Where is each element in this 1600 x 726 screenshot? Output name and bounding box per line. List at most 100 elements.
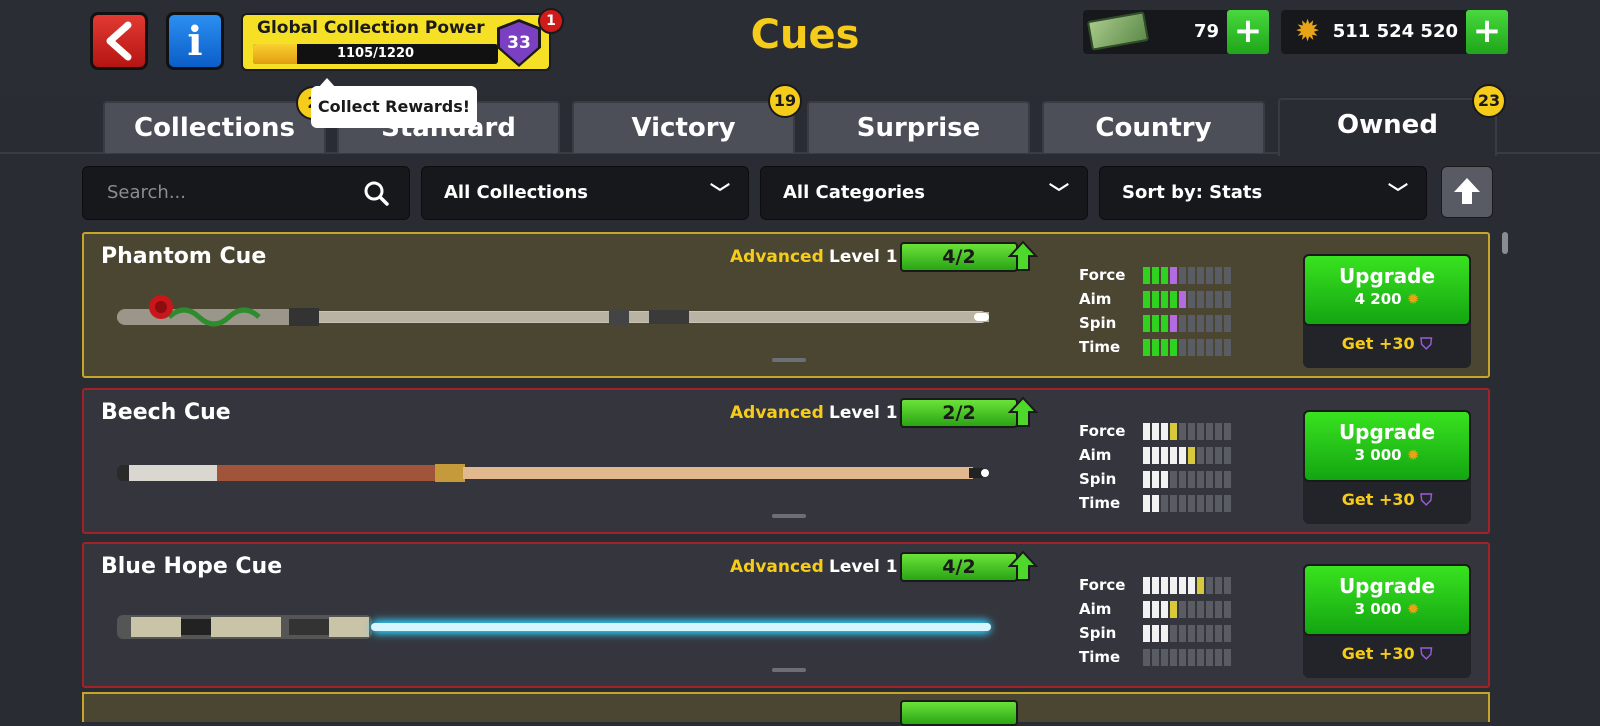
coin-icon: ✹: [1406, 290, 1420, 308]
collect-rewards-tooltip[interactable]: Collect Rewards!: [311, 86, 477, 128]
categories-dropdown[interactable]: All Categories ﹀: [760, 166, 1088, 220]
tab-victory[interactable]: Victory: [572, 101, 795, 153]
stat-segment: [1206, 422, 1213, 440]
arrow-up-icon: [1454, 178, 1480, 204]
chevron-left-icon: [106, 21, 132, 61]
stat-segment: [1170, 446, 1177, 464]
stat-label-aim: Aim: [1079, 290, 1112, 308]
scroll-top-button[interactable]: [1441, 166, 1493, 218]
stat-segment: [1224, 338, 1231, 356]
tab-label: Collections: [133, 113, 295, 143]
stat-label-spin: Spin: [1079, 470, 1117, 488]
collections-dropdown-value: All Collections: [444, 182, 588, 203]
stat-segment: [1170, 470, 1177, 488]
upgrade-button[interactable]: Upgrade 3 000 ✹: [1303, 410, 1471, 482]
stat-bar-time: [1143, 494, 1233, 512]
stat-bar-aim: [1143, 290, 1233, 308]
tab-country[interactable]: Country: [1042, 101, 1265, 153]
stat-segment: [1215, 446, 1222, 464]
cash-icon: [1086, 11, 1150, 51]
stat-label-aim: Aim: [1079, 600, 1112, 618]
stat-segment: [1215, 494, 1222, 512]
cue-level-progress: 4/2: [900, 242, 1018, 272]
stat-segment: [1152, 338, 1159, 356]
stat-segment: [1152, 314, 1159, 332]
stat-segment: [1152, 446, 1159, 464]
stat-segment: [1170, 600, 1177, 618]
stat-segment: [1179, 494, 1186, 512]
search-box[interactable]: Search...: [82, 166, 410, 220]
cue-level-progress-partial: [900, 700, 1018, 726]
stat-segment: [1143, 470, 1150, 488]
stat-segment: [1161, 338, 1168, 356]
stat-segment: [1161, 600, 1168, 618]
stat-segment: [1224, 648, 1231, 666]
stat-segment: [1143, 314, 1150, 332]
stat-segment: [1161, 290, 1168, 308]
get-points-button[interactable]: Get +30 ⛉: [1303, 490, 1471, 510]
stat-segment: [1152, 470, 1159, 488]
stat-segment: [1170, 290, 1177, 308]
stat-segment: [1161, 266, 1168, 284]
stat-segment: [1170, 314, 1177, 332]
stat-segment: [1197, 338, 1204, 356]
stat-segment: [1206, 470, 1213, 488]
stat-segment: [1188, 648, 1195, 666]
stat-bar-time: [1143, 648, 1233, 666]
cue-card-blue-hope[interactable]: Blue Hope Cue Advanced Level 1 4/2 Force…: [82, 542, 1490, 688]
stat-bar-force: [1143, 266, 1233, 284]
sort-dropdown[interactable]: Sort by: Stats ﹀: [1099, 166, 1427, 220]
stat-segment: [1179, 470, 1186, 488]
stat-segment: [1179, 600, 1186, 618]
stat-bar-time: [1143, 338, 1233, 356]
add-cash-button[interactable]: +: [1227, 10, 1269, 54]
stat-segment: [1143, 338, 1150, 356]
stat-segment: [1170, 648, 1177, 666]
page-title: Cues: [750, 12, 860, 58]
drag-handle[interactable]: [772, 514, 806, 518]
upgrade-button[interactable]: Upgrade 4 200 ✹: [1303, 254, 1471, 326]
tab-badge-victory: 19: [768, 84, 802, 118]
tab-surprise[interactable]: Surprise: [807, 101, 1030, 153]
back-button[interactable]: [90, 12, 148, 70]
stat-segment: [1197, 576, 1204, 594]
stat-segment: [1179, 576, 1186, 594]
drag-handle[interactable]: [772, 668, 806, 672]
search-icon[interactable]: [363, 180, 389, 206]
shield-icon: ⛉: [1420, 490, 1433, 509]
cue-name: Blue Hope Cue: [101, 554, 283, 579]
cue-tier: Advanced: [730, 247, 824, 267]
get-points-button[interactable]: Get +30 ⛉: [1303, 644, 1471, 664]
cue-card-beech[interactable]: Beech Cue Advanced Level 1 2/2 Force Aim…: [82, 388, 1490, 534]
coin-icon: ✹: [1295, 14, 1321, 49]
search-input[interactable]: Search...: [107, 167, 186, 219]
tab-owned[interactable]: Owned: [1278, 98, 1497, 156]
add-coins-button[interactable]: +: [1466, 10, 1508, 54]
tab-collections[interactable]: Collections: [103, 101, 326, 153]
cue-tier: Advanced: [730, 403, 824, 423]
get-points-button[interactable]: Get +30 ⛉: [1303, 334, 1471, 354]
upgrade-button[interactable]: Upgrade 3 000 ✹: [1303, 564, 1471, 636]
gcp-title: Global Collection Power: [257, 18, 485, 38]
cue-card-phantom[interactable]: Phantom Cue Advanced Level 1 4/2 Force A…: [82, 232, 1490, 378]
stat-segment: [1215, 266, 1222, 284]
stat-segment: [1179, 446, 1186, 464]
stat-segment: [1224, 470, 1231, 488]
scrollbar[interactable]: [1502, 232, 1508, 254]
cue-level-progress: 4/2: [900, 552, 1018, 582]
stat-segment: [1161, 648, 1168, 666]
stat-label-spin: Spin: [1079, 314, 1117, 332]
stat-segment: [1143, 422, 1150, 440]
collections-dropdown[interactable]: All Collections ﹀: [421, 166, 749, 220]
stat-segment: [1215, 576, 1222, 594]
level-up-arrow-icon: [1008, 396, 1038, 427]
drag-handle[interactable]: [772, 358, 806, 362]
cue-card-partial[interactable]: [82, 692, 1490, 726]
stat-segment: [1179, 422, 1186, 440]
stat-label-aim: Aim: [1079, 446, 1112, 464]
stat-segment: [1179, 338, 1186, 356]
stat-segment: [1161, 576, 1168, 594]
stat-segment: [1206, 314, 1213, 332]
stat-segment: [1188, 624, 1195, 642]
info-button[interactable]: i: [166, 12, 224, 70]
